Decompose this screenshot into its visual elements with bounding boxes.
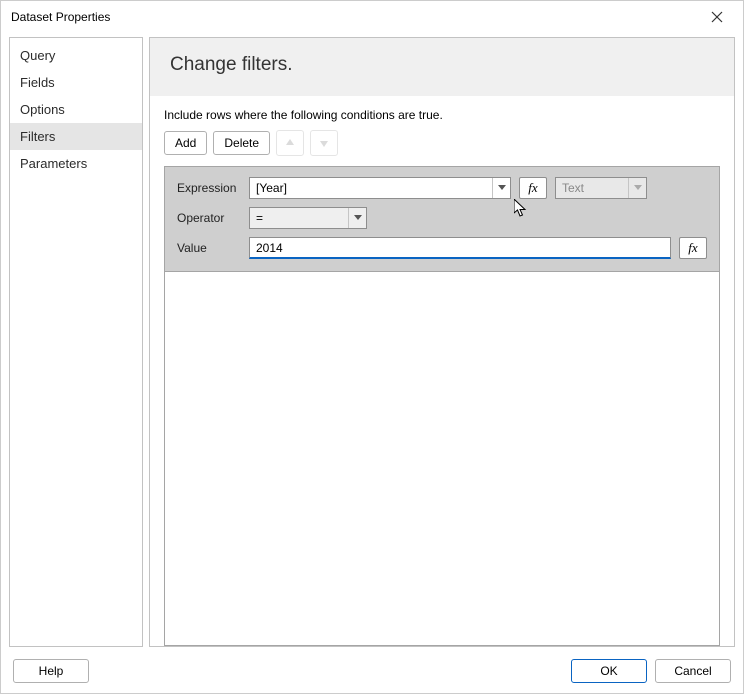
main-panel: Change filters. Include rows where the f… [149, 37, 735, 647]
chevron-down-icon [628, 178, 646, 198]
filter-list: Expression [Year] fx Text Operato [164, 166, 720, 646]
body: Query Fields Options Filters Parameters … [1, 33, 743, 647]
section: Include rows where the following conditi… [150, 96, 734, 646]
value-input[interactable] [249, 237, 671, 259]
operator-dropdown[interactable]: = [249, 207, 367, 229]
ok-button[interactable]: OK [571, 659, 647, 683]
sidebar-item-fields[interactable]: Fields [10, 69, 142, 96]
operator-line: Operator = [177, 207, 707, 229]
page-title: Change filters. [170, 54, 714, 76]
sidebar-item-parameters[interactable]: Parameters [10, 150, 142, 177]
sidebar-item-filters[interactable]: Filters [10, 123, 142, 150]
dialog-title: Dataset Properties [11, 10, 110, 24]
value-label: Value [177, 241, 241, 255]
sidebar-item-query[interactable]: Query [10, 42, 142, 69]
operator-label: Operator [177, 211, 241, 225]
add-button[interactable]: Add [164, 131, 207, 155]
close-icon [711, 11, 723, 23]
chevron-down-icon [492, 178, 510, 198]
expression-fx-button[interactable]: fx [519, 177, 547, 199]
filter-row[interactable]: Expression [Year] fx Text Operato [165, 167, 719, 272]
close-button[interactable] [697, 3, 737, 31]
expression-line: Expression [Year] fx Text [177, 177, 707, 199]
sidebar-item-options[interactable]: Options [10, 96, 142, 123]
expression-value: [Year] [250, 181, 492, 195]
help-button[interactable]: Help [13, 659, 89, 683]
expression-label: Expression [177, 181, 241, 195]
chevron-down-icon [348, 208, 366, 228]
arrow-down-icon [318, 137, 330, 149]
type-dropdown[interactable]: Text [555, 177, 647, 199]
move-up-button[interactable] [276, 130, 304, 156]
titlebar: Dataset Properties [1, 1, 743, 33]
sidebar: Query Fields Options Filters Parameters [9, 37, 143, 647]
operator-value: = [250, 211, 348, 225]
value-fx-button[interactable]: fx [679, 237, 707, 259]
header-band: Change filters. [150, 38, 734, 96]
arrow-up-icon [284, 137, 296, 149]
footer: Help OK Cancel [1, 649, 743, 693]
expression-dropdown[interactable]: [Year] [249, 177, 511, 199]
instruction-text: Include rows where the following conditi… [164, 108, 720, 122]
delete-button[interactable]: Delete [213, 131, 270, 155]
move-down-button[interactable] [310, 130, 338, 156]
toolbar: Add Delete [164, 130, 720, 156]
cancel-button[interactable]: Cancel [655, 659, 731, 683]
type-value: Text [556, 181, 628, 195]
value-line: Value fx [177, 237, 707, 259]
